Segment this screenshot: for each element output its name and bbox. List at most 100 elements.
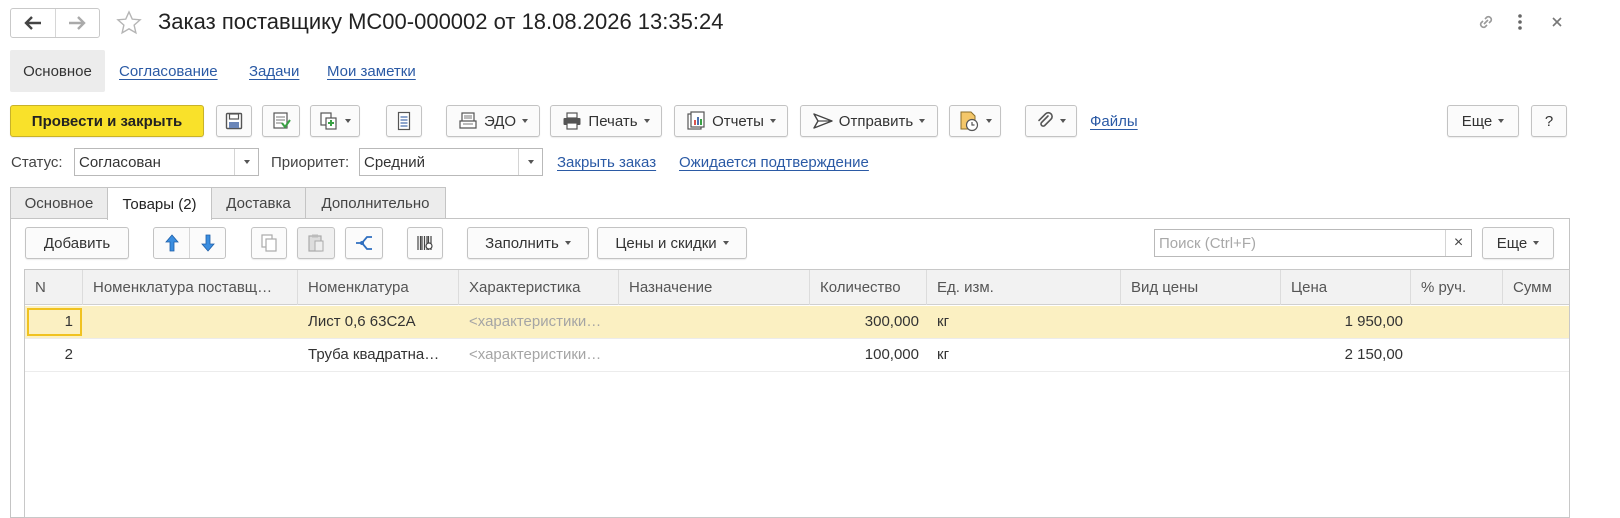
more-button[interactable]: Еще <box>1447 105 1519 137</box>
item-cell[interactable]: Лист 0,6 63С2А <box>308 306 456 338</box>
row-number[interactable]: 2 <box>25 339 81 371</box>
help-button[interactable]: ? <box>1531 105 1567 137</box>
row-number[interactable]: 1 <box>25 306 81 338</box>
goods-more-button[interactable]: Еще <box>1482 227 1554 259</box>
barcode-button[interactable] <box>407 227 443 259</box>
close-window-button[interactable] <box>1550 12 1564 32</box>
files-link[interactable]: Файлы <box>1090 113 1138 130</box>
purpose-cell[interactable] <box>629 306 805 338</box>
create-based-on-button[interactable] <box>310 105 360 137</box>
column-header-characteristic[interactable]: Характеристика <box>459 270 619 305</box>
link-button[interactable] <box>1476 12 1496 32</box>
column-header-sum[interactable]: Сумм <box>1503 270 1569 305</box>
send-button[interactable]: Отправить <box>800 105 938 137</box>
paste-button[interactable] <box>297 227 335 259</box>
star-icon <box>116 10 142 35</box>
attachments-button[interactable] <box>1025 105 1077 137</box>
quantity-cell[interactable]: 100,000 <box>810 339 927 371</box>
more-actions-button[interactable] <box>1514 12 1526 32</box>
chevron-down-icon <box>986 119 992 123</box>
clear-search-button[interactable]: × <box>1445 230 1471 256</box>
supplier-item-cell[interactable] <box>93 339 293 371</box>
supplier-item-cell[interactable] <box>93 306 293 338</box>
column-header-n[interactable]: N <box>25 270 83 305</box>
tab-delivery[interactable]: Доставка <box>211 187 306 219</box>
link-icon <box>1479 15 1493 29</box>
tab-additional[interactable]: Дополнительно <box>305 187 446 219</box>
close-order-link[interactable]: Закрыть заказ <box>557 154 656 171</box>
column-header-price[interactable]: Цена <box>1281 270 1411 305</box>
item-cell[interactable]: Труба квадратна… <box>308 339 456 371</box>
goods-table: N Номенклатура поставщ… Номенклатура Хар… <box>24 269 1570 518</box>
quantity-cell[interactable]: 300,000 <box>810 306 927 338</box>
favorite-button[interactable] <box>115 9 143 37</box>
tab-goods[interactable]: Товары (2) <box>107 187 212 220</box>
column-header-manual-percent[interactable]: % руч. <box>1411 270 1503 305</box>
status-label: Статус: <box>11 154 63 171</box>
price-type-cell[interactable] <box>1131 306 1276 338</box>
post-button[interactable] <box>262 105 300 137</box>
list-icon <box>397 111 411 131</box>
column-header-unit[interactable]: Ед. изм. <box>927 270 1121 305</box>
characteristic-cell[interactable]: <характеристики… <box>469 306 614 338</box>
purpose-cell[interactable] <box>629 339 805 371</box>
characteristic-cell[interactable]: <характеристики… <box>469 339 614 371</box>
reports-label: Отчеты <box>712 112 764 130</box>
more-label: Еще <box>1461 112 1493 130</box>
manual-percent-cell[interactable] <box>1421 306 1501 338</box>
priority-value: Средний <box>364 153 425 171</box>
column-header-purpose[interactable]: Назначение <box>619 270 810 305</box>
document-clock-icon <box>960 111 979 132</box>
structure-button[interactable] <box>386 105 422 137</box>
post-and-close-button[interactable]: Провести и закрыть <box>10 105 204 137</box>
search-field: × <box>1154 229 1472 257</box>
awaiting-confirmation-link[interactable]: Ожидается подтверждение <box>679 154 869 171</box>
nav-approval-link[interactable]: Согласование <box>119 63 218 80</box>
print-button[interactable]: Печать <box>550 105 662 137</box>
save-button[interactable] <box>216 105 252 137</box>
chevron-down-icon <box>919 119 926 123</box>
prices-discounts-button[interactable]: Цены и скидки <box>597 227 747 259</box>
tasks-button[interactable] <box>949 105 1001 137</box>
priority-label: Приоритет: <box>271 154 350 171</box>
nav-tasks-link[interactable]: Задачи <box>249 63 299 80</box>
column-header-quantity[interactable]: Количество <box>810 270 927 305</box>
nav-main[interactable]: Основное <box>10 50 105 92</box>
move-up-button[interactable] <box>154 228 189 258</box>
chevron-down-icon <box>522 119 529 123</box>
split-icon <box>356 236 372 250</box>
move-buttons <box>153 227 226 259</box>
table-row[interactable]: 1 Лист 0,6 63С2А <характеристики… 300,00… <box>25 306 1569 339</box>
move-down-button[interactable] <box>189 228 225 258</box>
nav-notes-link[interactable]: Мои заметки <box>327 63 416 80</box>
chevron-down-icon <box>234 149 258 175</box>
arrow-up-icon <box>164 234 179 252</box>
copy-button[interactable] <box>251 227 287 259</box>
unit-cell[interactable]: кг <box>937 339 1117 371</box>
paperclip-icon <box>1038 111 1053 127</box>
printer-icon <box>563 112 581 130</box>
chevron-down-icon <box>345 119 351 123</box>
priority-select[interactable]: Средний <box>359 148 543 176</box>
column-header-supplier-item[interactable]: Номенклатура поставщ… <box>83 270 298 305</box>
column-header-item[interactable]: Номенклатура <box>298 270 459 305</box>
manual-percent-cell[interactable] <box>1421 339 1501 371</box>
search-input[interactable] <box>1155 230 1445 256</box>
back-button[interactable] <box>11 9 55 37</box>
price-cell[interactable]: 1 950,00 <box>1281 306 1411 338</box>
floppy-disk-icon <box>225 112 243 130</box>
reports-button[interactable]: Отчеты <box>674 105 788 137</box>
forward-button[interactable] <box>54 9 100 37</box>
unit-cell[interactable]: кг <box>937 306 1117 338</box>
status-select[interactable]: Согласован <box>74 148 259 176</box>
tab-main[interactable]: Основное <box>10 187 108 219</box>
price-cell[interactable]: 2 150,00 <box>1281 339 1411 371</box>
split-row-button[interactable] <box>345 227 383 259</box>
table-row[interactable]: 2 Труба квадратна… <характеристики… 100,… <box>25 339 1569 372</box>
price-type-cell[interactable] <box>1131 339 1276 371</box>
column-header-price-type[interactable]: Вид цены <box>1121 270 1281 305</box>
document-post-icon <box>273 112 291 129</box>
add-row-button[interactable]: Добавить <box>25 227 129 259</box>
fill-button[interactable]: Заполнить <box>467 227 589 259</box>
edo-button[interactable]: ЭДО <box>446 105 540 137</box>
